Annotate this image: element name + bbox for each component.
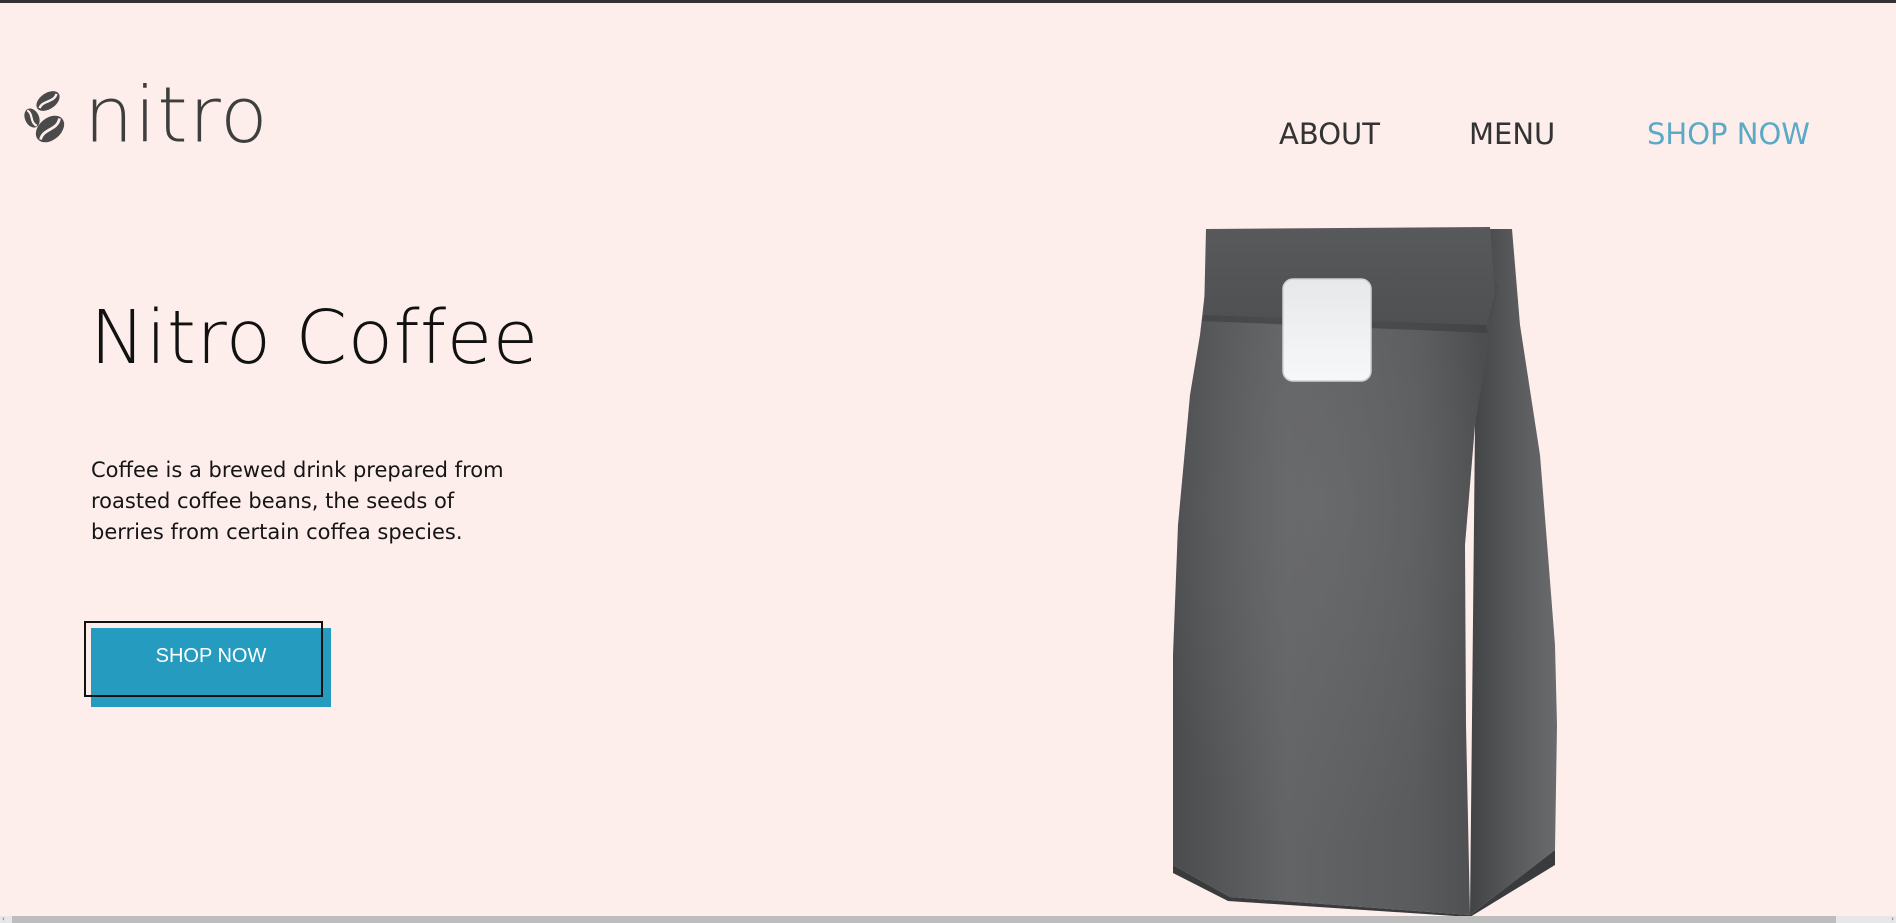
hero-description: Coffee is a brewed drink prepared from r… <box>91 458 504 544</box>
scroll-right-arrow-icon[interactable]: › <box>1886 916 1894 923</box>
cta-wrapper: SHOP NOW <box>84 621 331 707</box>
nav-shop-now[interactable]: SHOP NOW <box>1647 114 1810 154</box>
scroll-left-arrow-icon[interactable]: ‹ <box>2 916 10 923</box>
top-border <box>0 0 1896 3</box>
nav-about[interactable]: ABOUT <box>1279 114 1380 154</box>
nav-menu[interactable]: MENU <box>1469 114 1555 154</box>
hero-title: Nitro Coffee <box>90 295 539 381</box>
scrollbar-thumb[interactable] <box>12 916 1836 923</box>
shop-now-button[interactable]: SHOP NOW <box>91 628 331 707</box>
main-nav: ABOUT MENU SHOP NOW <box>0 114 1896 154</box>
coffee-bag-image <box>1173 227 1557 917</box>
horizontal-scrollbar[interactable]: ‹ › <box>0 916 1896 923</box>
